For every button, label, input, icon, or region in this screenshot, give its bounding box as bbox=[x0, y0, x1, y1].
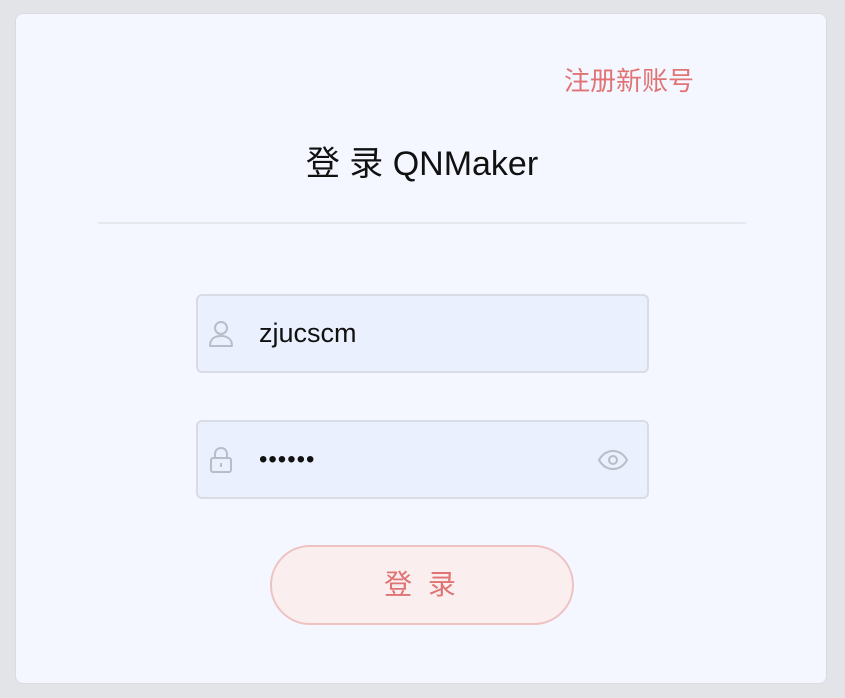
title-divider bbox=[98, 222, 746, 224]
login-button[interactable]: 登 录 bbox=[270, 545, 574, 625]
login-card: 注册新账号 登 录 QNMaker zjucscm •••••• 登 录 bbox=[15, 13, 827, 684]
page-title: 登 录 QNMaker bbox=[305, 145, 539, 183]
user-icon bbox=[208, 320, 234, 348]
eye-icon[interactable] bbox=[597, 446, 629, 474]
password-input[interactable]: •••••• bbox=[259, 422, 315, 497]
username-input[interactable]: zjucscm bbox=[259, 296, 357, 371]
username-field[interactable]: zjucscm bbox=[196, 294, 649, 373]
lock-icon bbox=[208, 446, 234, 474]
register-link[interactable]: 注册新账号 bbox=[564, 64, 694, 98]
password-field[interactable]: •••••• bbox=[196, 420, 649, 499]
